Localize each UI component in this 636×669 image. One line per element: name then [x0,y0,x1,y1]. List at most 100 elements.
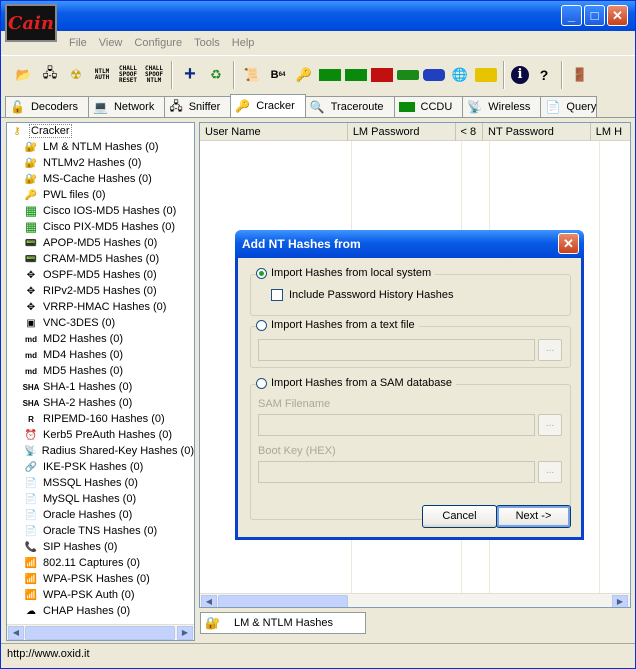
tree-item[interactable]: md MD2 Hashes (0) [7,331,194,347]
ntlm-auth-icon[interactable]: NTLM AUTH [91,64,113,86]
base64-icon[interactable]: B 64 [267,64,289,86]
tree-item[interactable]: 🔗 IKE-PSK Hashes (0) [7,459,194,475]
tree-item[interactable]: 📄 Oracle Hashes (0) [7,507,194,523]
tree-item[interactable]: 📄 Oracle TNS Hashes (0) [7,523,194,539]
tree-item[interactable]: SHA SHA-1 Hashes (0) [7,379,194,395]
tree-item[interactable]: 📟 APOP-MD5 Hashes (0) [7,235,194,251]
radio-button[interactable] [256,267,267,279]
tree-horizontal-scrollbar[interactable]: ◀ ▶ [7,624,194,640]
tab-decoders[interactable]: 🔓 Decoders [5,96,90,117]
tab-ccdu[interactable]: CCDU [393,96,464,117]
open-folder-icon[interactable]: 📂 [13,64,35,86]
dialog-title[interactable]: Add NT Hashes from [235,230,584,258]
tab-traceroute[interactable]: 🔍 Traceroute [304,96,395,117]
menu-file[interactable]: File [69,37,87,49]
network-card-icon[interactable]: 🖧 [39,64,61,86]
tree-item[interactable]: ▦ Cisco IOS-MD5 Hashes (0) [7,203,194,219]
tree-item[interactable]: R RIPEMD-160 Hashes (0) [7,411,194,427]
radio-sam-database[interactable]: Import Hashes from a SAM database [256,377,456,389]
scroll-thumb[interactable] [218,595,348,607]
menu-tools[interactable]: Tools [194,37,220,49]
boot-key-input[interactable] [258,461,535,483]
scroll-right-button[interactable]: ▶ [612,595,628,607]
maximize-button[interactable]: □ [584,5,605,26]
cracker-tree[interactable]: ⚷ Cracker 🔐 LM & NTLM Hashes (0) 🔐 NTLMv2 Ha… [6,122,195,641]
col-nt-password[interactable]: NT Password [483,123,591,141]
tree-item[interactable]: 📄 MySQL Hashes (0) [7,491,194,507]
scroll-left-button[interactable]: ◀ [201,595,217,607]
tab-query[interactable]: 📄 Query [540,96,598,117]
tab-sniffer[interactable]: 🖧 Sniffer [164,96,232,117]
ccdu-green-icon[interactable] [319,68,341,81]
system-menu-icon[interactable]: ▪ [7,3,10,12]
chall-spoof-ntlm-icon[interactable]: CHALL SPOOF NTLM [143,64,165,86]
tree-item[interactable]: 📟 CRAM-MD5 Hashes (0) [7,251,194,267]
title-bar[interactable]: _ □ ✕ [1,1,635,31]
tree-item[interactable]: 📶 WPA-PSK Auth (0) [7,587,194,603]
scroll-right-button[interactable]: ▶ [177,626,193,640]
table-horizontal-scrollbar[interactable]: ◀ ▶ [200,593,630,607]
menu-view[interactable]: View [99,37,123,49]
menu-configure[interactable]: Configure [134,37,182,49]
radio-text-file[interactable]: Import Hashes from a text file [256,319,419,331]
tree-item[interactable]: 🔐 MS-Cache Hashes (0) [7,171,194,187]
text-file-browse-button[interactable]: ... [538,339,562,361]
globe-icon[interactable]: 🌐 [449,64,471,86]
boot-key-browse-button[interactable]: ... [538,461,562,483]
key-card-icon[interactable]: 🔑 [293,64,315,86]
chip-icon[interactable] [397,69,419,80]
sam-browse-button[interactable]: ... [538,414,562,436]
scroll-thumb[interactable] [25,626,175,640]
dialog-close-button[interactable]: ✕ [558,233,579,254]
tree-item[interactable]: 📶 802.11 Captures (0) [7,555,194,571]
tree-item[interactable]: 📶 WPA-PSK Hashes (0) [7,571,194,587]
mpr-green-icon[interactable] [345,68,367,81]
tree-item[interactable]: 📄 MSSQL Hashes (0) [7,475,194,491]
capsule-icon[interactable] [423,68,445,81]
tab-cracker[interactable]: 🔑 Cracker [230,94,306,117]
radio-button[interactable] [256,377,267,389]
add-icon[interactable]: + [179,63,201,86]
radio-button[interactable] [256,319,267,331]
keyfile-icon[interactable] [475,67,497,82]
tree-root-cracker[interactable]: ⚷ Cracker [7,123,194,139]
col-user-name[interactable]: User Name [200,123,348,141]
chall-spoof-reset-icon[interactable]: CHALL SPOOF RESET [117,64,139,86]
tree-item[interactable]: ⏰ Kerb5 PreAuth Hashes (0) [7,427,194,443]
recycle-icon[interactable]: ♻ [205,64,227,86]
sam-filename-input[interactable] [258,414,535,436]
tree-item[interactable]: 🔑 PWL files (0) [7,187,194,203]
tree-item[interactable]: ✥ VRRP-HMAC Hashes (0) [7,299,194,315]
tree-item[interactable]: 🔐 LM & NTLM Hashes (0) [7,139,194,155]
tree-item[interactable]: ✥ OSPF-MD5 Hashes (0) [7,267,194,283]
help-icon[interactable]: ? [533,64,555,86]
scroll-left-button[interactable]: ◀ [8,626,24,640]
tree-item[interactable]: 🔐 NTLMv2 Hashes (0) [7,155,194,171]
tree-item[interactable]: ▦ Cisco PIX-MD5 Hashes (0) [7,219,194,235]
tree-item[interactable]: md MD4 Hashes (0) [7,347,194,363]
exit-icon[interactable]: 🚪 [569,64,591,86]
text-file-path-input[interactable] [258,339,535,361]
next-button[interactable]: Next -> [496,505,571,528]
certificate-icon[interactable]: 📜 [241,64,263,86]
tree-item[interactable]: SHA SHA-2 Hashes (0) [7,395,194,411]
minimize-button[interactable]: _ [561,5,582,26]
tree-item[interactable]: ▣ VNC-3DES (0) [7,315,194,331]
include-history-checkbox[interactable]: Include Password History Hashes [271,289,453,301]
tree-item[interactable]: 📡 Radius Shared-Key Hashes (0) [7,443,194,459]
tree-item[interactable]: 📞 SIP Hashes (0) [7,539,194,555]
tree-item[interactable]: ✥ RIPv2-MD5 Hashes (0) [7,283,194,299]
menu-help[interactable]: Help [232,37,255,49]
tab-lm-ntlm-hashes[interactable]: 🔐 LM & NTLM Hashes [200,612,366,634]
col-lt8[interactable]: < 8 [456,123,484,141]
tree-item[interactable]: md MD5 Hashes (0) [7,363,194,379]
col-lm-hash[interactable]: LM H [591,123,630,141]
radio-local-system[interactable]: Import Hashes from local system [256,267,436,279]
tree-item[interactable]: ☁ CHAP Hashes (0) [7,603,194,619]
tab-wireless[interactable]: 📡 Wireless [462,96,542,117]
hazard-icon[interactable]: ☢ [65,64,87,86]
cancel-button[interactable]: Cancel [422,505,497,528]
info-icon[interactable]: i [511,65,529,84]
tab-network[interactable]: 💻 Network [88,96,166,117]
checkbox[interactable] [271,289,283,301]
